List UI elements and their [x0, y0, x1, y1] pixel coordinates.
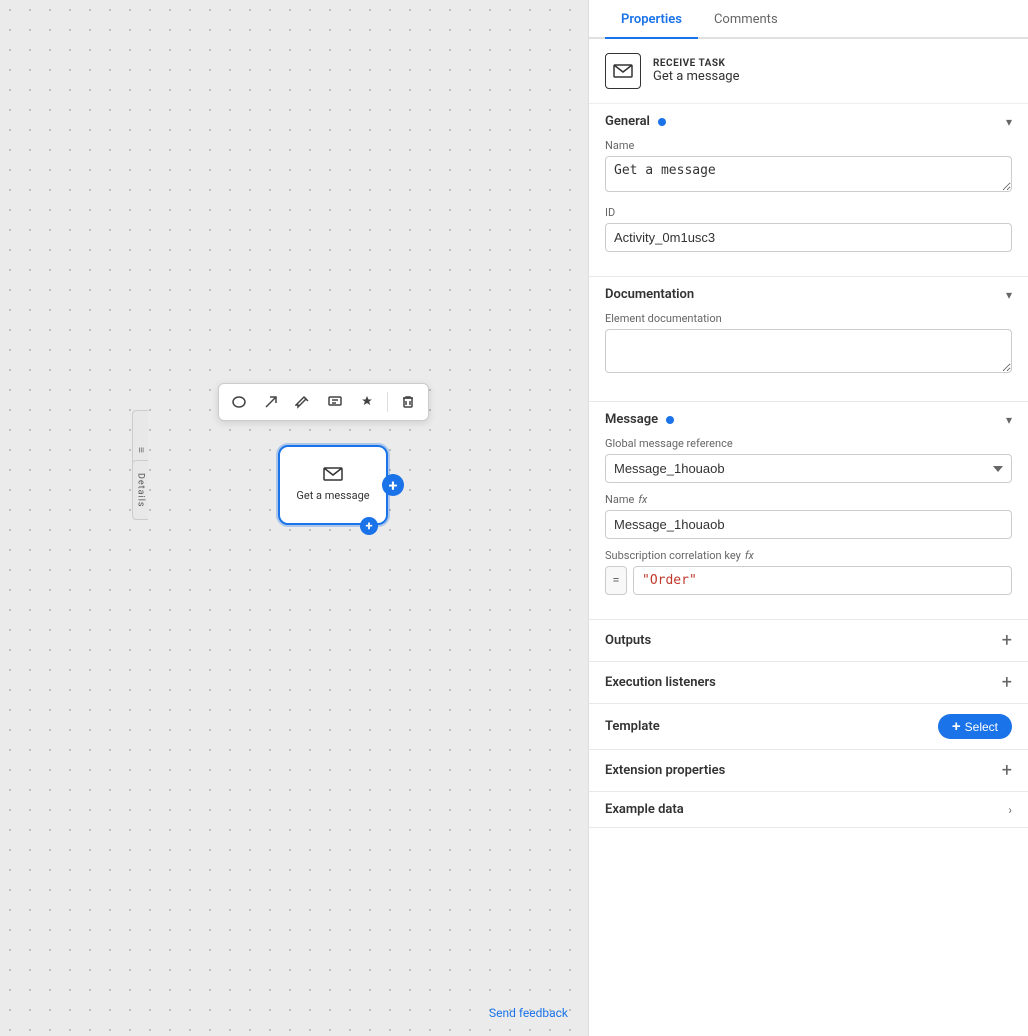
properties-panel: Properties Comments RECEIVE TASK Get a m… [588, 0, 1028, 1036]
field-doc-group: Element documentation [605, 312, 1012, 377]
section-general-header-left: General [605, 114, 666, 129]
section-documentation: Documentation ▾ Element documentation [589, 277, 1028, 402]
field-name-input[interactable]: Get a message [605, 156, 1012, 192]
field-correlation-group: Subscription correlation key fx = [605, 549, 1012, 595]
field-id-group: ID [605, 206, 1012, 252]
field-doc-input[interactable] [605, 329, 1012, 373]
section-extension-properties-title: Extension properties [605, 763, 725, 778]
toolbar-delete-tool[interactable] [394, 388, 422, 416]
field-name-label: Name [605, 139, 1012, 152]
section-documentation-chevron: ▾ [1006, 288, 1012, 302]
task-header-icon [605, 53, 641, 89]
section-outputs: Outputs + [589, 620, 1028, 662]
section-general-body: Name Get a message ID [589, 139, 1028, 276]
bpmn-add-right-btn[interactable]: + [382, 474, 404, 496]
tab-comments[interactable]: Comments [698, 0, 794, 39]
toolbar-arrow-tool[interactable] [257, 388, 285, 416]
canvas-area: Get a message + + ≡ Details Send feedbac… [0, 0, 588, 1036]
field-message-name-input[interactable] [605, 510, 1012, 539]
field-id-label: ID [605, 206, 1012, 219]
correlation-value-input[interactable] [633, 566, 1012, 595]
section-execution-listeners-add[interactable]: + [1002, 672, 1012, 693]
toolbar-edit-tool[interactable] [289, 388, 317, 416]
section-message-dot [666, 416, 674, 424]
task-header: RECEIVE TASK Get a message [589, 39, 1028, 104]
task-type-label: RECEIVE TASK [653, 58, 740, 69]
section-outputs-header[interactable]: Outputs + [589, 620, 1028, 661]
section-message: Message ▾ Global message reference Messa… [589, 402, 1028, 620]
bpmn-node-box: Get a message + + [278, 445, 388, 525]
section-execution-listeners: Execution listeners + [589, 662, 1028, 704]
section-message-body: Global message reference Message_1houaob… [589, 437, 1028, 619]
section-extension-properties-header[interactable]: Extension properties + [589, 750, 1028, 791]
node-toolbar [218, 383, 429, 421]
bpmn-receive-task-node[interactable]: Get a message + + [278, 445, 388, 525]
section-message-header-left: Message [605, 412, 674, 427]
select-btn-plus: + [952, 718, 961, 735]
field-id-input[interactable] [605, 223, 1012, 252]
section-template: Template + Select [589, 704, 1028, 750]
field-correlation-label: Subscription correlation key fx [605, 549, 1012, 562]
message-name-fx: fx [638, 493, 647, 506]
receive-task-icon [323, 466, 343, 485]
section-message-header[interactable]: Message ▾ [589, 402, 1028, 437]
correlation-eq-sign: = [605, 566, 627, 595]
section-message-title: Message [605, 412, 658, 427]
tab-properties[interactable]: Properties [605, 0, 698, 39]
section-example-data-title: Example data [605, 802, 684, 817]
section-example-data-header[interactable]: Example data › [589, 792, 1028, 827]
correlation-fx: fx [745, 549, 754, 562]
field-global-ref-select[interactable]: Message_1houaob [605, 454, 1012, 483]
section-execution-listeners-title: Execution listeners [605, 675, 716, 690]
toolbar-lasso-tool[interactable] [225, 388, 253, 416]
field-message-name-label: Name fx [605, 493, 1012, 506]
section-documentation-body: Element documentation [589, 312, 1028, 401]
section-extension-properties: Extension properties + [589, 750, 1028, 792]
field-doc-label: Element documentation [605, 312, 1012, 325]
bpmn-add-bottom-btn[interactable]: + [360, 517, 378, 535]
section-example-data-chevron: › [1008, 803, 1012, 817]
details-sidebar-tab[interactable]: Details [132, 460, 148, 520]
toolbar-comment-tool[interactable] [321, 388, 349, 416]
section-documentation-header[interactable]: Documentation ▾ [589, 277, 1028, 312]
details-label: Details [136, 473, 146, 508]
field-global-ref-label: Global message reference [605, 437, 1012, 450]
send-feedback-link[interactable]: Send feedback [489, 1006, 568, 1020]
correlation-row: = [605, 566, 1012, 595]
section-general-header[interactable]: General ▾ [589, 104, 1028, 139]
toolbar-divider [387, 392, 388, 412]
section-template-title: Template [605, 719, 660, 734]
section-execution-listeners-header[interactable]: Execution listeners + [589, 662, 1028, 703]
section-outputs-add[interactable]: + [1002, 630, 1012, 651]
bpmn-node-label: Get a message [296, 489, 369, 503]
section-general: General ▾ Name Get a message ID [589, 104, 1028, 277]
field-global-ref-group: Global message reference Message_1houaob [605, 437, 1012, 483]
section-general-dot [658, 118, 666, 126]
select-btn-label: Select [965, 720, 998, 734]
template-select-button[interactable]: + Select [938, 714, 1012, 739]
details-toggle-lines: ≡ [135, 447, 146, 454]
section-general-chevron: ▾ [1006, 115, 1012, 129]
section-documentation-title: Documentation [605, 287, 694, 302]
task-header-info: RECEIVE TASK Get a message [653, 58, 740, 84]
section-message-chevron: ▾ [1006, 413, 1012, 427]
task-name-label: Get a message [653, 69, 740, 84]
toolbar-star-tool[interactable] [353, 388, 381, 416]
section-general-title: General [605, 114, 650, 129]
field-name-group: Name Get a message [605, 139, 1012, 196]
panel-tabs: Properties Comments [589, 0, 1028, 39]
section-template-header: Template + Select [589, 704, 1028, 749]
section-extension-properties-add[interactable]: + [1002, 760, 1012, 781]
section-outputs-title: Outputs [605, 633, 651, 648]
field-message-name-group: Name fx [605, 493, 1012, 539]
section-example-data: Example data › [589, 792, 1028, 828]
section-documentation-header-left: Documentation [605, 287, 694, 302]
